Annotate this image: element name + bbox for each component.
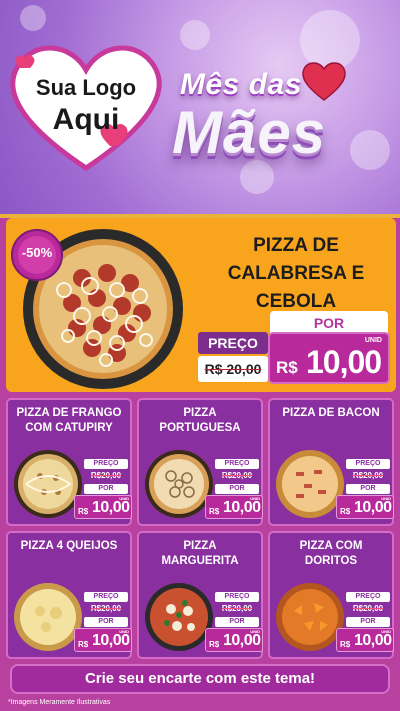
card-title-line: PIZZA xyxy=(183,407,217,419)
card-title-line: PIZZA DE BACON xyxy=(282,407,380,419)
card-price-tag: UNID R$ 10,00 xyxy=(336,495,394,519)
card-title-line: PIZZA 4 QUEIJOS xyxy=(20,540,118,552)
featured-unid: UNID xyxy=(364,337,382,344)
featured-preco-label: PREÇO xyxy=(198,332,268,354)
product-card-frango[interactable]: PIZZA DE FRANGO COM CATUPIRY PREÇO R$20,… xyxy=(6,398,132,526)
card-old-price: R$20,00 xyxy=(90,604,122,613)
featured-price-tag: UNID R$ 10,00 xyxy=(268,332,390,384)
card-title: PIZZA DE BACON xyxy=(270,406,392,421)
logo-line2: Aqui xyxy=(52,103,120,136)
card-currency: R$ xyxy=(209,640,220,649)
card-old-price: R$20,00 xyxy=(90,471,122,480)
card-por-label: POR xyxy=(215,484,259,494)
title-line1: Mês das xyxy=(180,68,302,101)
card-price-tag: UNID R$ 10,00 xyxy=(74,628,132,652)
product-card-4queijos[interactable]: PIZZA 4 QUEIJOS PREÇO R$20,00 POR UNID R… xyxy=(6,531,132,659)
logo-text: Sua Logo Aqui xyxy=(6,72,166,136)
card-preco-label: PREÇO xyxy=(346,592,390,602)
card-old-price: R$20,00 xyxy=(221,604,253,613)
featured-preco-box: PREÇO R$ 20,00 xyxy=(198,332,268,384)
featured-title: PIZZA DE CALABRESA E CEBOLA xyxy=(206,232,386,316)
disclaimer-text: *Imagens Meramente Ilustrativas xyxy=(8,699,111,706)
card-price-tag: UNID R$ 10,00 xyxy=(205,628,263,652)
campaign-title: Mês das Mães xyxy=(172,60,397,170)
card-price-tag: UNID R$ 10,00 xyxy=(336,628,394,652)
card-preco-label: PREÇO xyxy=(215,459,259,469)
product-card-doritos[interactable]: PIZZA COM DORITOS PREÇO R$20,00 POR UNID… xyxy=(268,531,394,659)
card-title: PIZZA PORTUGUESA xyxy=(139,406,261,436)
card-title-line: PORTUGUESA xyxy=(159,422,241,434)
card-price: 10,00 xyxy=(223,632,261,649)
card-old-price: R$20,00 xyxy=(221,471,253,480)
card-price: 10,00 xyxy=(354,499,392,516)
card-currency: R$ xyxy=(209,507,220,516)
card-por-label: POR xyxy=(215,617,259,627)
card-por-label: POR xyxy=(84,484,128,494)
heart-icon xyxy=(302,62,346,101)
card-title-line: PIZZA COM xyxy=(299,540,363,552)
card-price-tag: UNID R$ 10,00 xyxy=(205,495,263,519)
card-title: PIZZA MARGUERITA xyxy=(139,539,261,569)
card-por-label: POR xyxy=(346,617,390,627)
product-card-portuguesa[interactable]: PIZZA PORTUGUESA PREÇO R$20,00 POR UNID … xyxy=(137,398,263,526)
card-title: PIZZA DE FRANGO COM CATUPIRY xyxy=(8,406,130,436)
card-old-price: R$20,00 xyxy=(352,471,384,480)
logo-line1: Sua Logo xyxy=(35,75,137,100)
featured-title-line: CALABRESA E xyxy=(227,263,365,284)
product-card-bacon[interactable]: PIZZA DE BACON PREÇO R$20,00 POR UNID R$… xyxy=(268,398,394,526)
card-price: 10,00 xyxy=(92,632,130,649)
title-line2: Mães xyxy=(172,99,327,166)
card-title: PIZZA COM DORITOS xyxy=(270,539,392,569)
logo-placeholder[interactable]: Sua Logo Aqui xyxy=(6,38,166,173)
card-title: PIZZA 4 QUEIJOS xyxy=(8,539,130,554)
card-title-line: PIZZA DE FRANGO xyxy=(16,407,122,419)
card-price-tag: UNID R$ 10,00 xyxy=(74,495,132,519)
bokeh-dot xyxy=(180,20,210,50)
card-price: 10,00 xyxy=(223,499,261,516)
card-preco-label: PREÇO xyxy=(84,459,128,469)
featured-old-price: R$ 20,00 xyxy=(198,356,268,382)
card-currency: R$ xyxy=(78,640,89,649)
card-price: 10,00 xyxy=(354,632,392,649)
featured-title-line: PIZZA DE xyxy=(253,235,339,256)
card-title-line: PIZZA xyxy=(183,540,217,552)
card-currency: R$ xyxy=(78,507,89,516)
card-currency: R$ xyxy=(340,507,351,516)
card-price: 10,00 xyxy=(92,499,130,516)
discount-badge: -50% xyxy=(8,228,66,282)
card-preco-label: PREÇO xyxy=(215,592,259,602)
card-por-label: POR xyxy=(84,617,128,627)
bokeh-dot xyxy=(20,5,46,31)
card-old-price: R$20,00 xyxy=(352,604,384,613)
product-card-marguerita[interactable]: PIZZA MARGUERITA PREÇO R$20,00 POR UNID … xyxy=(137,531,263,659)
discount-text: -50% xyxy=(21,245,53,260)
card-preco-label: PREÇO xyxy=(84,592,128,602)
card-title-line: MARGUERITA xyxy=(161,555,239,567)
card-title-line: COM CATUPIRY xyxy=(25,422,113,434)
cta-button[interactable]: Crie seu encarte com este tema! xyxy=(10,664,390,694)
featured-currency: R$ xyxy=(276,358,298,377)
featured-price: 10,00 xyxy=(306,344,382,380)
card-currency: R$ xyxy=(340,640,351,649)
card-por-label: POR xyxy=(346,484,390,494)
card-title-line: DORITOS xyxy=(304,555,358,567)
card-preco-label: PREÇO xyxy=(346,459,390,469)
